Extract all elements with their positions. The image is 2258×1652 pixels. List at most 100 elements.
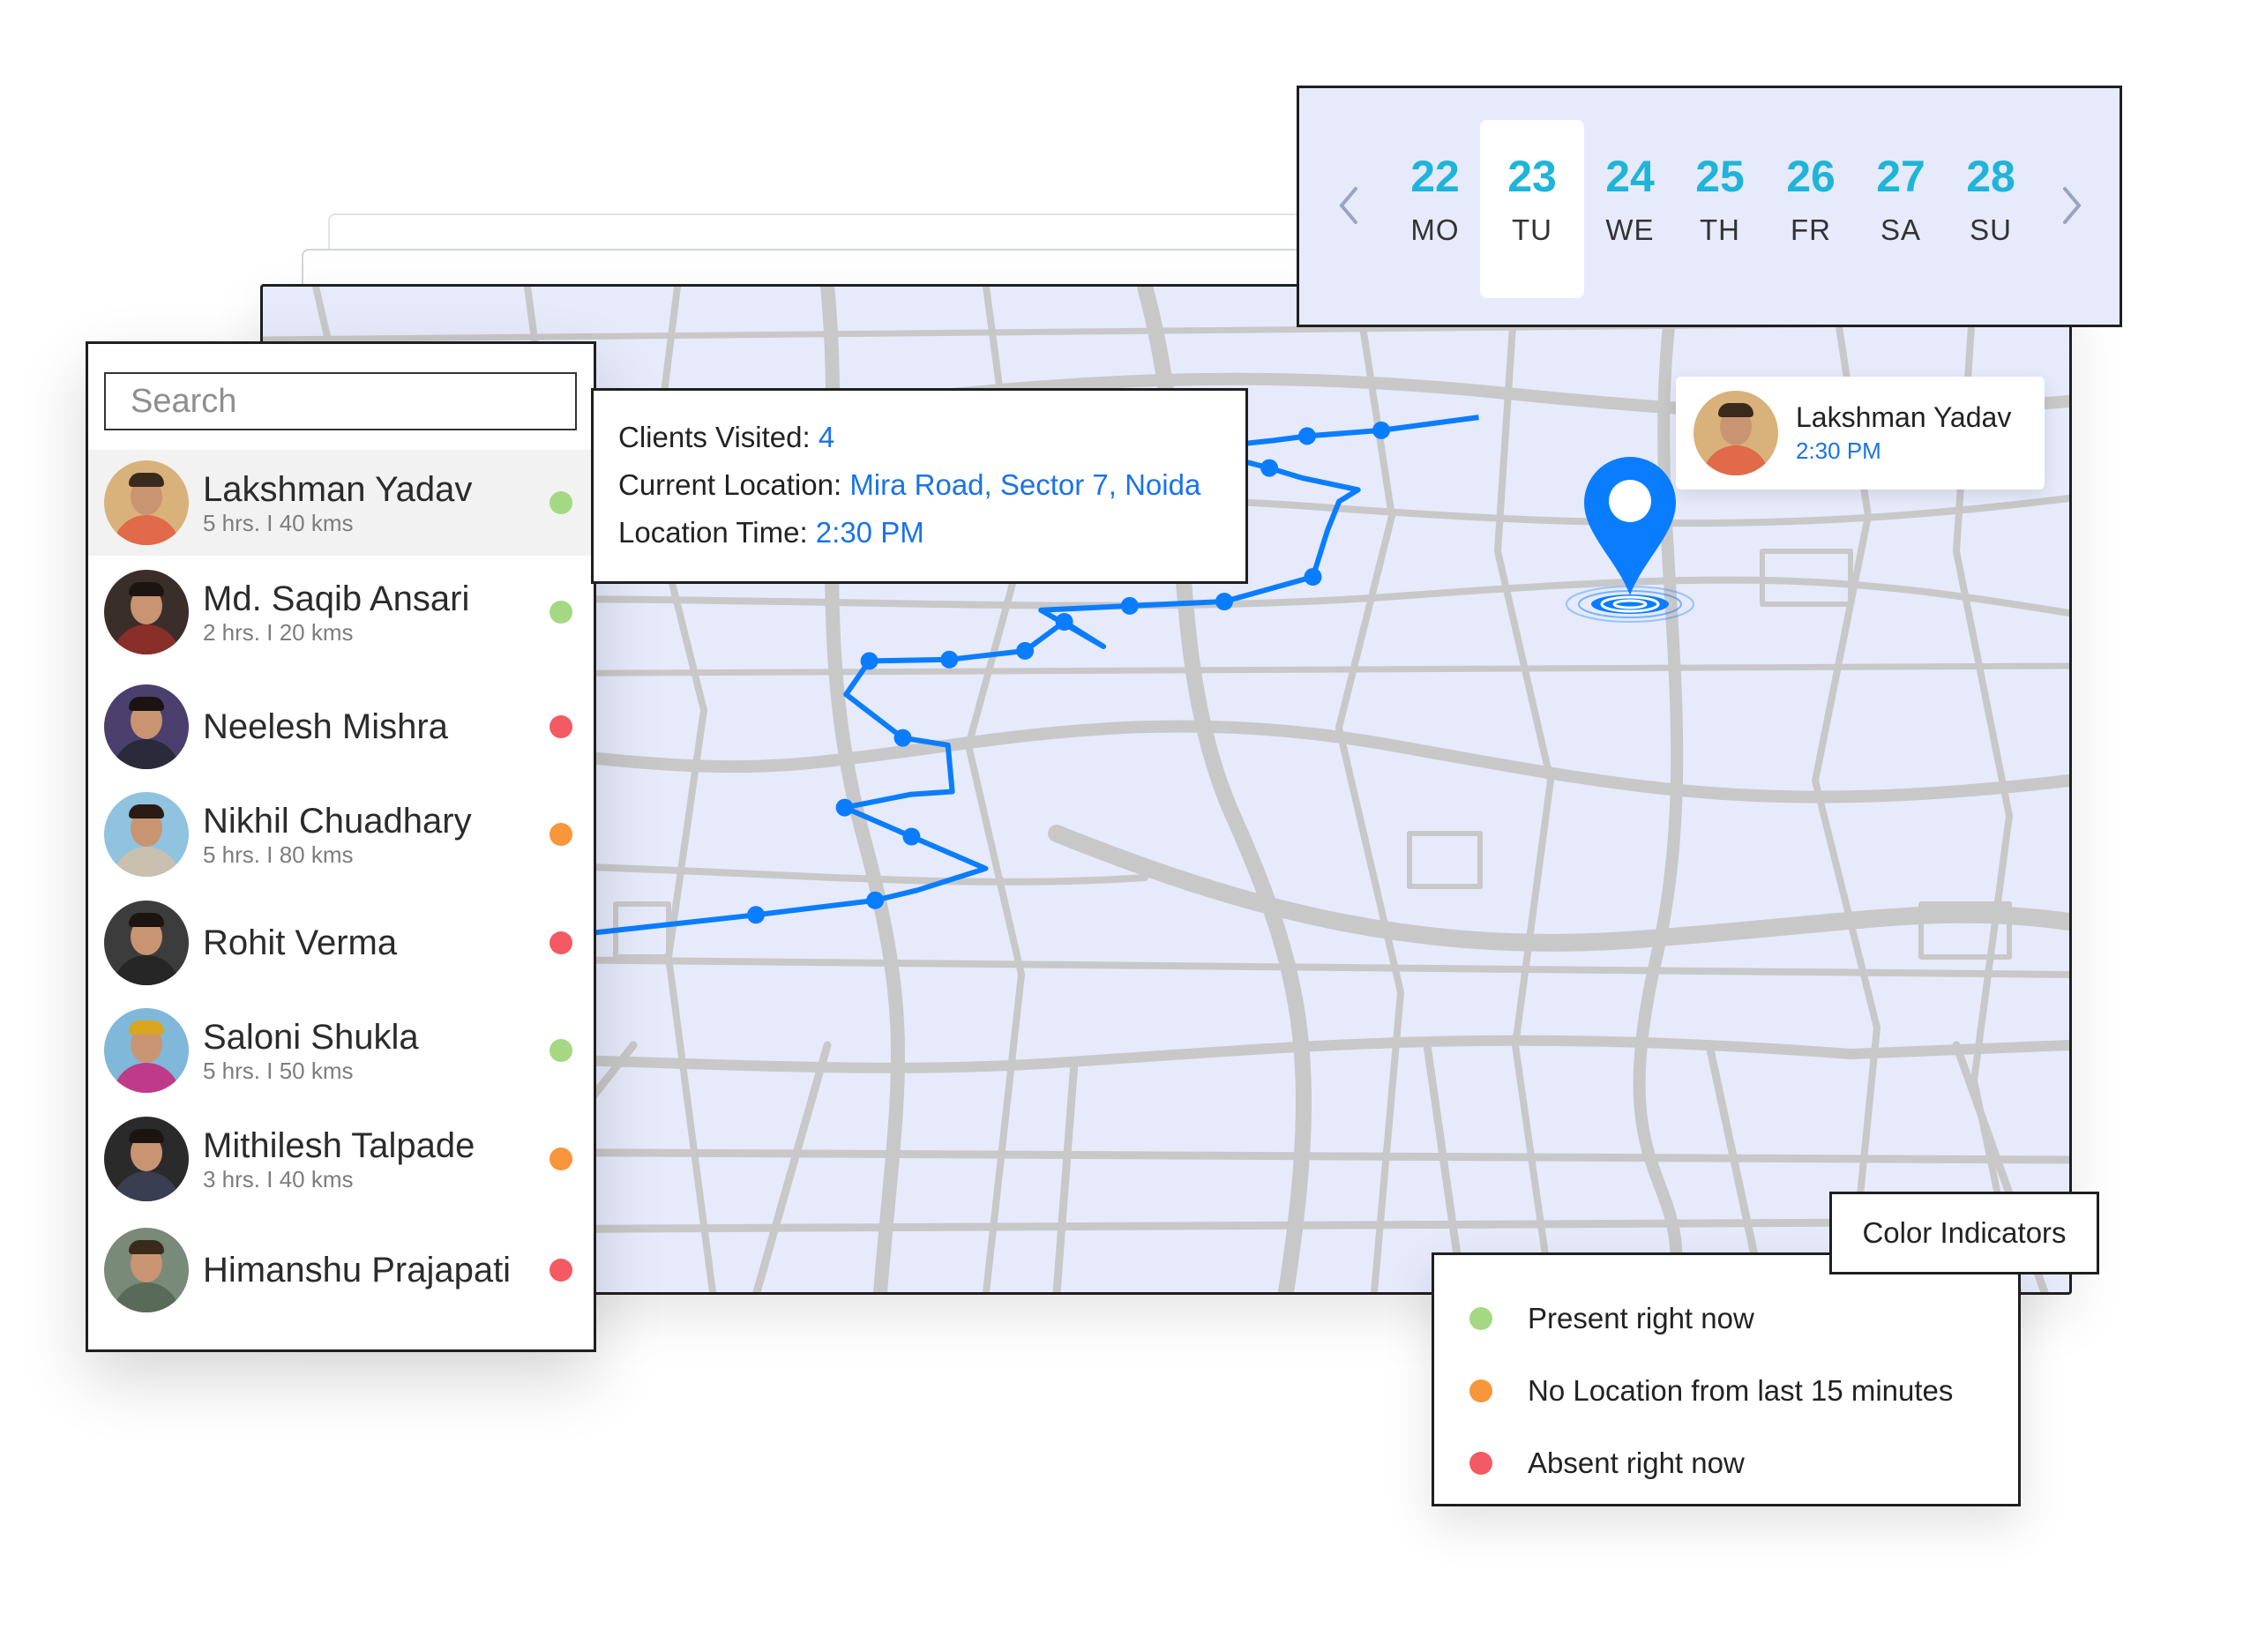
status-dot-icon [550, 931, 572, 954]
employee-name: Himanshu Prajapati [203, 1251, 512, 1289]
user-card-time: 2:30 PM [1796, 437, 1881, 464]
status-dot-icon [550, 823, 572, 846]
day-th[interactable]: 25 TH [1671, 152, 1768, 247]
employee-row[interactable]: Md. Saqib Ansari 2 hrs. I 20 kms [88, 559, 594, 665]
route-stop-marker[interactable] [866, 891, 885, 909]
employee-sidebar: Lakshman Yadav5 hrs. I 40 kmsMd. Saqib A… [86, 341, 596, 1352]
employee-row[interactable]: Nikhil Chuadhary 5 hrs. I 80 kms [88, 781, 594, 887]
employee-row[interactable]: Mithilesh Talpade 3 hrs. I 40 kms [88, 1106, 594, 1212]
route-stop-marker[interactable] [1297, 427, 1316, 445]
day-su[interactable]: 28 SU [1942, 152, 2039, 247]
route-stop-marker[interactable] [1260, 459, 1279, 477]
route-stop-marker[interactable] [1372, 421, 1390, 439]
avatar [104, 684, 189, 769]
route-stop-marker[interactable] [835, 798, 854, 817]
employee-row[interactable]: Saloni Shukla 5 hrs. I 50 kms [88, 998, 594, 1103]
employee-name: Lakshman Yadav [203, 470, 473, 509]
avatar [104, 1117, 189, 1201]
employee-meta: 5 hrs. I 40 kms [203, 510, 354, 536]
day-fr[interactable]: 26 FR [1762, 152, 1859, 247]
day-tu[interactable]: 23 TU [1484, 152, 1581, 247]
employee-name: Neelesh Mishra [203, 707, 448, 746]
employee-name: Saloni Shukla [203, 1018, 419, 1057]
employee-name: Rohit Verma [203, 923, 398, 962]
route-stop-marker[interactable] [1215, 593, 1233, 610]
location-time-value: 2:30 PM [815, 516, 924, 549]
day-number: 25 [1695, 152, 1745, 201]
status-dot-icon [550, 1259, 572, 1282]
day-number: 22 [1410, 152, 1460, 201]
employee-meta: 5 hrs. I 80 kms [203, 841, 354, 868]
legend-title: Color Indicators [1829, 1192, 2099, 1275]
employee-name: Nikhil Chuadhary [203, 802, 472, 841]
legend-item: No Location from last 15 minutes [1469, 1374, 1953, 1408]
route-stop-marker[interactable] [893, 729, 912, 747]
route-stop-marker[interactable] [747, 906, 765, 924]
employee-row[interactable]: Neelesh Mishra [88, 674, 594, 780]
day-mo[interactable]: 22 MO [1387, 152, 1484, 247]
route-stop-marker[interactable] [860, 652, 879, 670]
legend-dot-icon [1469, 1307, 1492, 1330]
legend-label: Present right now [1528, 1302, 1754, 1334]
employee-row[interactable]: Lakshman Yadav 5 hrs. I 40 kms [88, 450, 594, 556]
current-location-pin-icon[interactable] [1566, 457, 1694, 623]
location-time-row: Location Time: 2:30 PM [618, 509, 1221, 557]
avatar [104, 1008, 189, 1093]
clients-visited-row: Clients Visited: 4 [618, 414, 1221, 461]
legend-item: Absent right now [1469, 1446, 1745, 1480]
legend-label: No Location from last 15 minutes [1528, 1374, 1954, 1407]
status-dot-icon [550, 715, 572, 738]
employee-meta: 3 hrs. I 40 kms [203, 1166, 354, 1192]
legend-label: Absent right now [1528, 1446, 1745, 1479]
current-location-row: Current Location: Mira Road, Sector 7, N… [618, 461, 1221, 509]
day-weekday: TH [1700, 213, 1740, 246]
chevron-right-icon[interactable] [2060, 183, 2086, 228]
status-dot-icon [550, 1147, 572, 1170]
day-number: 26 [1786, 152, 1836, 201]
day-number: 27 [1876, 152, 1925, 201]
route-stop-marker[interactable] [940, 650, 959, 669]
day-weekday: FR [1791, 213, 1831, 246]
status-dot-icon [550, 1039, 572, 1062]
day-number: 23 [1507, 152, 1557, 201]
current-location-label: Current Location: [618, 468, 842, 501]
clients-visited-label: Clients Visited: [618, 421, 811, 453]
chevron-left-icon[interactable] [1335, 183, 1361, 228]
clients-visited-value: 4 [818, 421, 835, 453]
day-number: 28 [1966, 152, 2015, 201]
day-weekday: SA [1880, 213, 1922, 246]
day-weekday: TU [1512, 213, 1552, 246]
day-number: 24 [1605, 152, 1655, 201]
employee-name: Mithilesh Talpade [203, 1126, 475, 1165]
map-user-card[interactable]: Lakshman Yadav 2:30 PM [1676, 377, 2045, 490]
avatar [1694, 391, 1778, 475]
day-weekday: MO [1410, 213, 1460, 246]
route-stop-marker[interactable] [1120, 596, 1139, 615]
status-dot-icon [550, 491, 572, 514]
legend-dot-icon [1469, 1379, 1492, 1402]
week-date-picker: 22 MO 23 TU 24 WE 25 TH 26 FR 27 SA 28 SU [1297, 86, 2122, 327]
search-field[interactable] [104, 372, 577, 430]
legend-dot-icon [1469, 1452, 1492, 1475]
location-info-popup: Clients Visited: 4 Current Location: Mir… [591, 388, 1248, 584]
avatar [104, 901, 189, 985]
route-stop-marker[interactable] [1016, 641, 1035, 660]
status-dot-icon [550, 601, 572, 624]
route-stop-marker[interactable] [1055, 613, 1073, 631]
user-card-name: Lakshman Yadav [1796, 401, 2012, 433]
employee-name: Md. Saqib Ansari [203, 579, 470, 618]
avatar [104, 792, 189, 877]
location-time-label: Location Time: [618, 516, 808, 549]
employee-row[interactable]: Himanshu Prajapati [88, 1217, 594, 1323]
day-weekday: WE [1605, 213, 1655, 246]
day-we[interactable]: 24 WE [1581, 152, 1679, 247]
route-stop-marker[interactable] [1304, 568, 1322, 586]
day-sa[interactable]: 27 SA [1852, 152, 1949, 247]
search-input[interactable] [129, 381, 552, 422]
avatar [104, 570, 189, 654]
employee-row[interactable]: Rohit Verma [88, 890, 594, 996]
employee-meta: 2 hrs. I 20 kms [203, 619, 354, 646]
route-stop-marker[interactable] [902, 827, 921, 846]
employee-meta: 5 hrs. I 50 kms [203, 1058, 354, 1084]
current-location-value[interactable]: Mira Road, Sector 7, Noida [849, 468, 1200, 501]
